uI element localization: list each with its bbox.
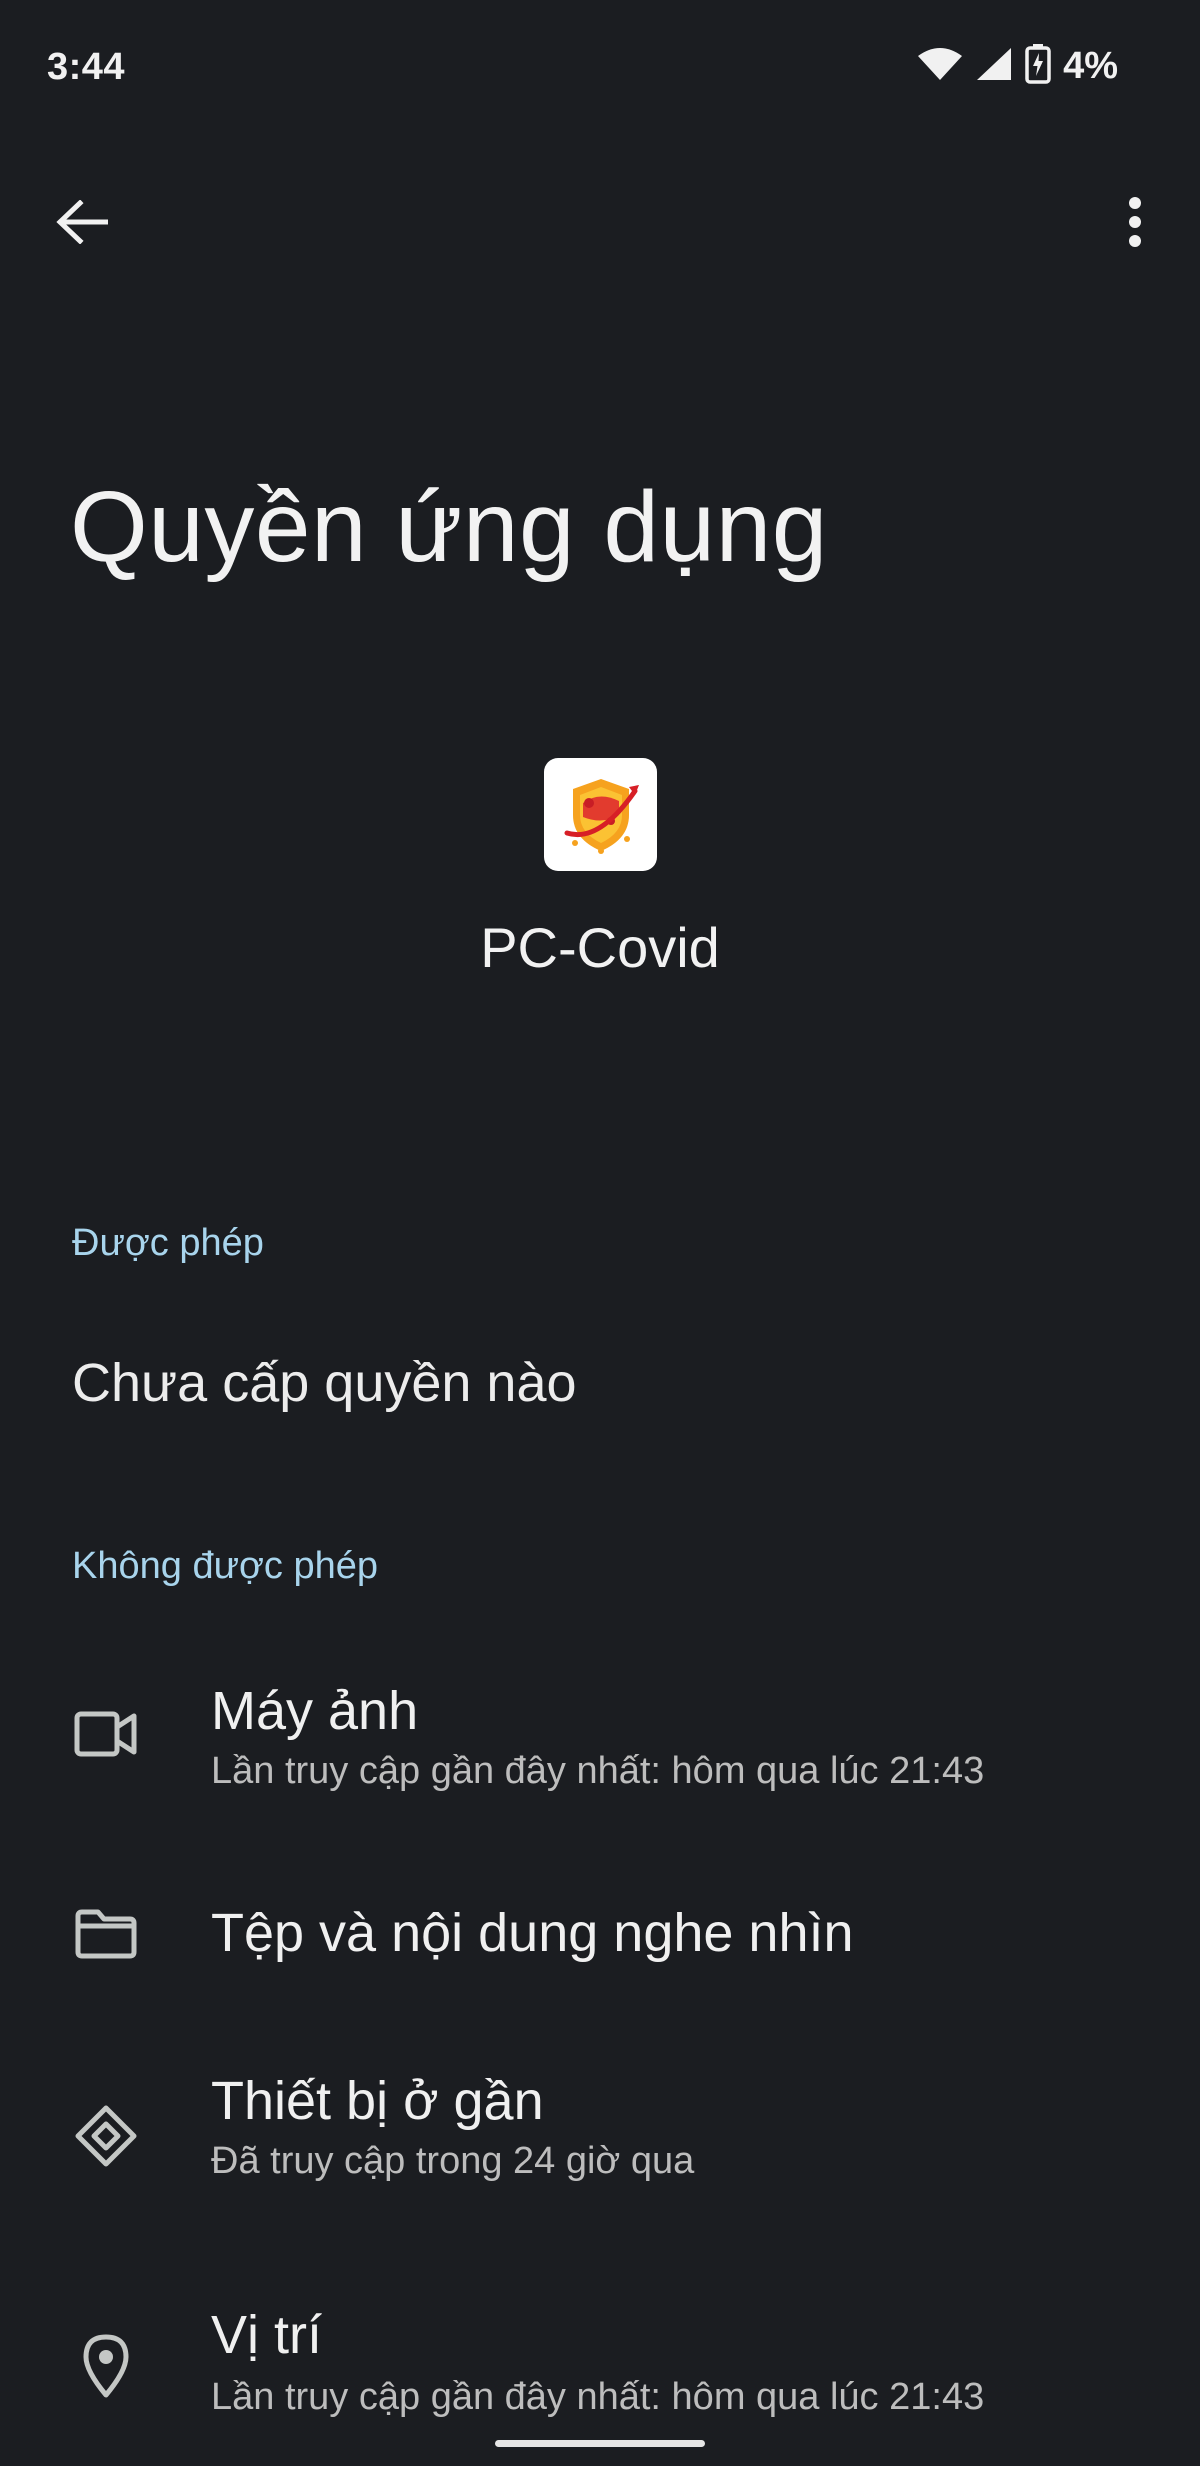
nearby-devices-icon (70, 2100, 142, 2172)
more-vert-icon (1128, 196, 1142, 252)
allowed-section-header: Được phép (72, 1222, 264, 1264)
no-permissions-granted-text: Chưa cấp quyền nào (72, 1353, 577, 1413)
battery-charging-icon (1025, 44, 1051, 89)
permission-title: Máy ảnh (211, 1681, 419, 1741)
permission-title: Thiết bị ở gần (211, 2071, 544, 2131)
arrow-back-icon (56, 198, 109, 249)
pc-covid-logo (564, 778, 639, 854)
cellular-signal-icon (975, 46, 1013, 87)
videocam-icon (70, 1698, 142, 1770)
status-icons: 4% (917, 44, 1118, 89)
status-time: 3:44 (47, 46, 126, 88)
gesture-handle[interactable] (495, 2440, 705, 2447)
permission-title: Vị trí (211, 2305, 323, 2365)
battery-percent: 4% (1063, 45, 1118, 87)
permission-subtitle: Lần truy cập gần đây nhất: hôm qua lúc 2… (211, 1750, 985, 1792)
permission-item-files-media[interactable]: Tệp và nội dung nghe nhìn (0, 1860, 1200, 2010)
permission-item-camera[interactable]: Máy ảnh Lần truy cập gần đây nhất: hôm q… (0, 1640, 1200, 1820)
back-button[interactable] (34, 176, 130, 272)
denied-section-header: Không được phép (72, 1545, 379, 1587)
app-icon (544, 758, 657, 871)
folder-icon (70, 1898, 142, 1970)
permission-item-nearby-devices[interactable]: Thiết bị ở gần Đã truy cập trong 24 giờ … (0, 2050, 1200, 2230)
permission-subtitle: Đã truy cập trong 24 giờ qua (211, 2140, 695, 2182)
wifi-icon (917, 46, 963, 87)
permission-title: Tệp và nội dung nghe nhìn (211, 1903, 854, 1963)
permission-subtitle: Lần truy cập gần đây nhất: hôm qua lúc 2… (211, 2376, 985, 2418)
page-title: Quyền ứng dụng (70, 471, 828, 583)
more-options-button[interactable] (1087, 176, 1183, 272)
location-pin-icon (70, 2330, 142, 2402)
app-name: PC-Covid (480, 916, 720, 979)
